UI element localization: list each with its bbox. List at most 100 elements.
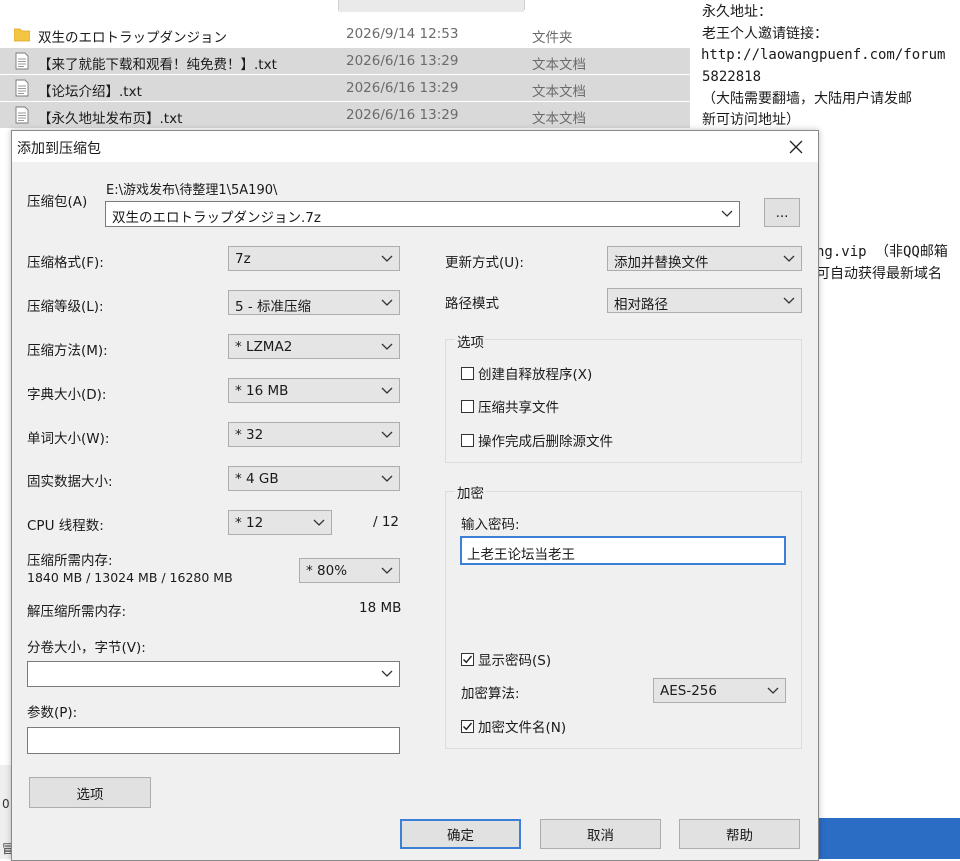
shared-files-checkbox-label: 压缩共享文件 <box>478 400 559 416</box>
taskbar-fragment <box>815 818 960 859</box>
dict-select[interactable]: * 16 MB <box>228 378 400 403</box>
enc-method-value: AES-256 <box>660 683 717 699</box>
file-name: 【论坛介绍】.txt <box>38 84 142 100</box>
mem-detail: 1840 MB / 13024 MB / 16280 MB <box>27 570 233 585</box>
chevron-down-icon <box>783 297 795 304</box>
fragment-text: 0 <box>2 797 10 811</box>
split-size-combo[interactable] <box>27 661 400 687</box>
shared-files-checkbox[interactable]: 压缩共享文件 <box>461 396 559 416</box>
doc-line: 老王个人邀请链接： <box>702 26 828 42</box>
column-header-strip <box>338 0 524 12</box>
chevron-down-icon <box>381 670 393 677</box>
options-button[interactable]: 选项 <box>29 777 151 808</box>
file-date: 2026/6/16 13:29 <box>346 107 459 123</box>
checkbox-box <box>461 652 474 666</box>
params-label: 参数(P): <box>27 705 78 721</box>
solid-value: * 4 GB <box>235 471 279 487</box>
solid-select[interactable]: * 4 GB <box>228 466 400 491</box>
cpu-total: / 12 <box>373 514 400 530</box>
method-select[interactable]: * LZMA2 <box>228 334 400 359</box>
check-icon <box>463 655 473 663</box>
update-select[interactable]: 添加并替换文件 <box>607 246 802 271</box>
update-label: 更新方式(U): <box>445 255 524 271</box>
format-select[interactable]: 7z <box>228 246 400 271</box>
column-separator[interactable] <box>338 0 339 10</box>
checkbox-box <box>461 399 474 413</box>
chevron-down-icon <box>381 299 393 306</box>
dialog-title: 添加到压缩包 <box>17 141 101 157</box>
chevron-down-icon <box>381 255 393 262</box>
file-row-folder[interactable]: 双生のエロトラップダンジョン 2026/9/14 12:53 文件夹 <box>0 21 690 47</box>
file-row-txt[interactable]: 【来了就能下载和观看！纯免费！】.txt 2026/6/16 13:29 文本文… <box>0 48 690 74</box>
chevron-down-icon <box>381 387 393 394</box>
solid-label: 固实数据大小: <box>27 474 113 490</box>
file-type: 文本文档 <box>532 111 586 127</box>
delete-source-checkbox-label: 操作完成后删除源文件 <box>478 434 613 450</box>
file-type: 文件夹 <box>532 30 573 46</box>
decomp-label: 解压缩所需内存: <box>27 604 127 620</box>
file-row-txt[interactable]: 【永久地址发布页】.txt 2026/6/16 13:29 文本文档 <box>0 102 690 128</box>
check-icon <box>463 722 473 730</box>
doc-line: 5822818 <box>702 69 762 85</box>
method-label: 压缩方法(M): <box>27 343 108 359</box>
path-value: 相对路径 <box>614 297 668 313</box>
path-select[interactable]: 相对路径 <box>607 288 802 313</box>
mem-label: 压缩所需内存: <box>27 553 113 569</box>
file-type: 文本文档 <box>532 57 586 73</box>
password-input[interactable]: 上老王论坛当老王 <box>460 536 786 565</box>
checkbox-box <box>461 366 474 380</box>
browse-button[interactable]: ... <box>764 198 800 227</box>
close-icon <box>789 140 803 153</box>
column-separator[interactable] <box>524 0 525 10</box>
checkbox-box <box>461 433 474 447</box>
archive-label: 压缩包(A) <box>27 194 88 210</box>
close-button[interactable] <box>774 131 818 162</box>
encrypt-names-checkbox[interactable]: 加密文件名(N) <box>461 716 566 736</box>
word-value: * 32 <box>235 427 264 443</box>
file-date: 2026/9/14 12:53 <box>346 26 459 42</box>
chevron-down-icon <box>381 431 393 438</box>
params-input[interactable] <box>27 727 400 754</box>
ok-button[interactable]: 确定 <box>400 819 521 849</box>
sfx-checkbox[interactable]: 创建自释放程序(X) <box>461 363 592 383</box>
enc-method-select[interactable]: AES-256 <box>653 678 786 703</box>
path-label: 路径模式 <box>445 296 499 312</box>
chevron-down-icon <box>313 519 325 526</box>
doc-line: http://laowangpuenf.com/forum <box>701 47 946 63</box>
cpu-select[interactable]: * 12 <box>228 510 332 535</box>
archive-name-combo[interactable]: 双生のエロトラップダンジョン.7z <box>105 201 740 227</box>
folder-icon <box>14 28 30 42</box>
file-name: 双生のエロトラップダンジョン <box>38 30 227 46</box>
level-select[interactable]: 5 - 标准压缩 <box>228 290 400 315</box>
show-password-checkbox[interactable]: 显示密码(S) <box>461 649 551 669</box>
show-password-label: 显示密码(S) <box>478 653 552 669</box>
password-value: 上老王论坛当老王 <box>467 547 575 563</box>
file-type: 文本文档 <box>532 84 586 100</box>
file-name: 【来了就能下载和观看！纯免费！】.txt <box>38 57 277 73</box>
options-group-title: 选项 <box>455 331 486 351</box>
text-file-icon <box>15 79 29 97</box>
word-select[interactable]: * 32 <box>228 422 400 447</box>
delete-source-checkbox[interactable]: 操作完成后删除源文件 <box>461 430 613 450</box>
cancel-button[interactable]: 取消 <box>540 819 661 849</box>
checkbox-box <box>461 719 474 733</box>
chevron-down-icon <box>767 687 779 694</box>
cpu-value: * 12 <box>235 515 264 531</box>
doc-line: 永久地址： <box>702 4 772 20</box>
file-explorer: 双生のエロトラップダンジョン 2026/9/14 12:53 文件夹 【来了就能… <box>0 0 690 130</box>
file-date: 2026/6/16 13:29 <box>346 80 459 96</box>
file-row-txt[interactable]: 【论坛介绍】.txt 2026/6/16 13:29 文本文档 <box>0 75 690 101</box>
dict-value: * 16 MB <box>235 383 289 399</box>
dialog-titlebar[interactable]: 添加到压缩包 <box>12 131 818 162</box>
split-label: 分卷大小，字节(V): <box>27 640 146 656</box>
chevron-down-icon <box>721 210 733 217</box>
encrypt-names-label: 加密文件名(N) <box>478 720 567 736</box>
mem-percent-select[interactable]: * 80% <box>299 558 400 583</box>
doc-line: （大陆需要翻墙，大陆用户请发邮 <box>702 91 912 107</box>
mem-percent-value: * 80% <box>306 563 348 579</box>
help-button[interactable]: 帮助 <box>679 819 800 849</box>
doc-line: ng.vip （非QQ邮箱 <box>816 244 948 260</box>
method-value: * LZMA2 <box>235 339 293 355</box>
chevron-down-icon <box>381 475 393 482</box>
format-value: 7z <box>235 251 251 267</box>
